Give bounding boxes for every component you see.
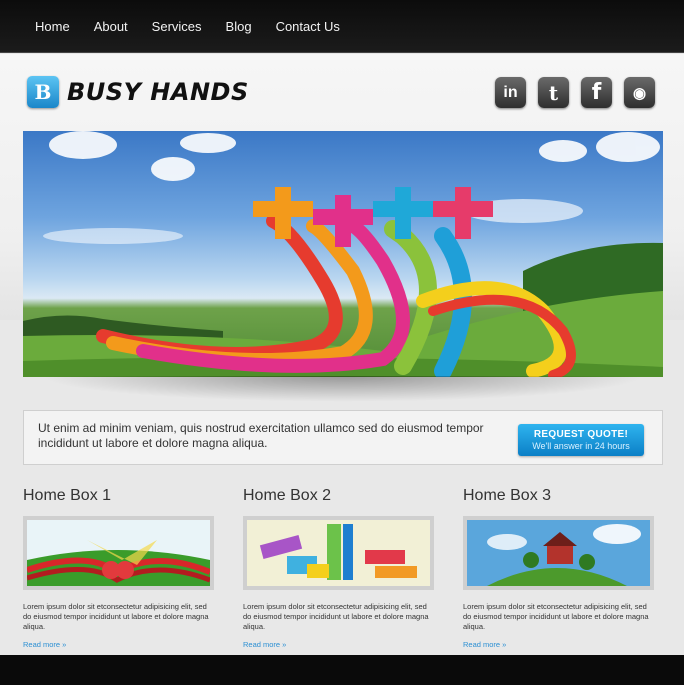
home-box-1: Home Box 1 Lorem ipsum dolor sit etconse… [23, 486, 215, 649]
facebook-icon[interactable]: f [581, 77, 612, 108]
house-on-hill-image [467, 520, 650, 586]
hero-banner-image [23, 131, 663, 377]
read-more-link[interactable]: Read more » [23, 640, 215, 649]
read-more-link[interactable]: Read more » [463, 640, 655, 649]
home-box-3: Home Box 3 Lorem ipsum dolor sit etconse… [463, 486, 655, 649]
quote-text: Ut enim ad minim veniam, quis nostrud ex… [38, 421, 484, 450]
home-box-title: Home Box 1 [23, 487, 112, 504]
home-box-title: Home Box 2 [243, 487, 332, 504]
nav-contact-us[interactable]: Contact Us [276, 20, 340, 34]
home-box-title: Home Box 3 [463, 487, 552, 504]
logo-text[interactable]: BUSY HANDS [67, 77, 249, 107]
top-navigation-bar: Home About Services Blog Contact Us [0, 0, 684, 53]
home-box-2: Home Box 2 Lorem ipsum dolor sit etconse… [243, 486, 435, 649]
colorful-3d-letters-image [247, 520, 430, 586]
footer-bar [0, 655, 684, 685]
request-quote-button[interactable]: REQUEST QUOTE! We'll answer in 24 hours [518, 424, 644, 456]
nav-blog[interactable]: Blog [226, 20, 252, 34]
quote-bar: Ut enim ad minim veniam, quis nostrud ex… [23, 410, 663, 465]
home-box-text: Lorem ipsum dolor sit etconsectetur adip… [463, 602, 649, 631]
social-links: in t f ◉ [495, 77, 655, 108]
nav-services[interactable]: Services [152, 20, 202, 34]
main-nav: Home About Services Blog Contact Us [35, 20, 364, 34]
request-quote-sublabel: We'll answer in 24 hours [532, 441, 630, 451]
twitter-icon[interactable]: t [538, 77, 569, 108]
home-box-text: Lorem ipsum dolor sit etconsectetur adip… [23, 602, 209, 631]
hero-shadow [40, 376, 646, 402]
nav-home[interactable]: Home [35, 20, 70, 34]
home-box-text: Lorem ipsum dolor sit etconsectetur adip… [243, 602, 429, 631]
home-box-thumbnail[interactable] [243, 516, 434, 590]
home-box-thumbnail[interactable] [23, 516, 214, 590]
nav-about[interactable]: About [94, 20, 128, 34]
logo-icon[interactable]: B [27, 76, 59, 108]
rss-icon[interactable]: ◉ [624, 77, 655, 108]
request-quote-label: REQUEST QUOTE! [533, 429, 629, 440]
linkedin-icon[interactable]: in [495, 77, 526, 108]
rainbow-heart-image [27, 520, 210, 586]
read-more-link[interactable]: Read more » [243, 640, 435, 649]
hero-rainbow-illustration [23, 131, 663, 377]
home-box-thumbnail[interactable] [463, 516, 654, 590]
